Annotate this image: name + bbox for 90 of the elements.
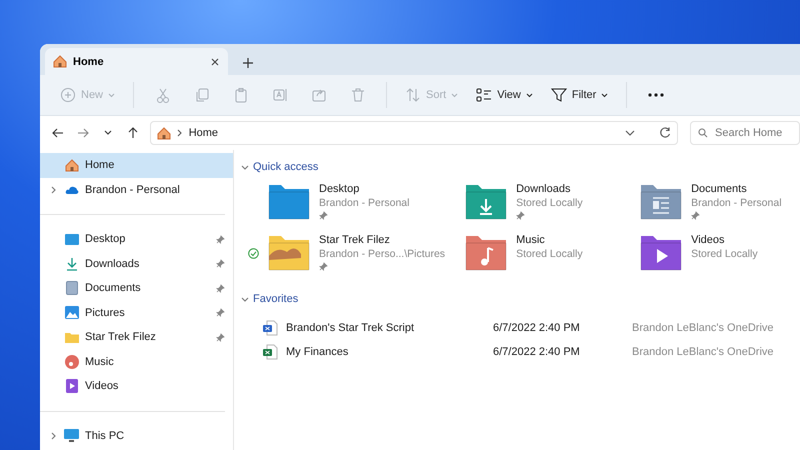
more-icon: [648, 93, 664, 97]
folder-location: Stored Locally: [516, 196, 583, 210]
refresh-icon: [659, 127, 672, 139]
address-bar[interactable]: Home: [150, 121, 678, 145]
sidebar-item[interactable]: Brandon - Personal: [40, 178, 233, 202]
picture-icon: [64, 306, 78, 320]
copy-icon: [194, 87, 210, 103]
sort-icon: [405, 87, 422, 103]
back-arrow-icon: [52, 128, 64, 138]
pin-icon: [216, 284, 225, 293]
section-header[interactable]: Quick access: [240, 158, 318, 176]
cloud-icon: [64, 184, 78, 195]
plus-circle-icon: [60, 87, 76, 103]
spreadsheet-icon: [262, 344, 278, 360]
section-header[interactable]: Favorites: [240, 290, 298, 308]
folder-icon: [64, 332, 78, 343]
folder-name: Music: [516, 234, 546, 247]
scissors-icon: [154, 87, 171, 103]
file-date: 6/7/2022 2:40 PM: [493, 322, 581, 334]
caret-icon: [526, 92, 533, 98]
breadcrumb[interactable]: Home: [188, 127, 218, 139]
home-icon: [53, 55, 67, 68]
folder-tile[interactable]: Music Stored Locally: [445, 234, 620, 272]
folder-name: Downloads: [516, 183, 572, 196]
sidebar-item[interactable]: Home: [40, 153, 233, 178]
close-icon: [210, 56, 220, 66]
sidebar-item[interactable]: Videos: [40, 374, 233, 398]
rename-icon: [272, 87, 288, 103]
folder-location: Stored Locally: [516, 247, 583, 261]
pin-icon: [216, 332, 225, 342]
pin-icon: [216, 234, 225, 244]
folder-tile[interactable]: Star Trek Filez Brandon - Perso...\Pictures: [248, 234, 446, 272]
file-row[interactable]: Brandon's Star Trek Script 6/7/2022 2:40 PM Brandon LeBlanc's OneDrive: [262, 316, 800, 340]
desktop-icon: [64, 234, 78, 245]
plus-icon: [242, 57, 254, 69]
folder-name: Desktop: [319, 183, 360, 196]
new-tab-button[interactable]: [242, 57, 254, 69]
toolbar-button[interactable]: Filter: [542, 80, 616, 110]
caret-icon: [601, 92, 608, 98]
pin-icon: [691, 211, 700, 220]
sidebar-item[interactable]: Music: [40, 350, 233, 374]
trash-icon: [350, 87, 366, 103]
up-arrow-icon: [128, 127, 138, 139]
toolbar-button[interactable]: View: [468, 80, 541, 110]
home-icon: [64, 158, 78, 172]
folder-tile[interactable]: Downloads Stored Locally: [445, 183, 620, 221]
pin-icon: [216, 259, 225, 268]
search-icon: [698, 128, 708, 138]
download-icon: [64, 256, 78, 271]
sidebar-item[interactable]: Documents: [40, 276, 233, 300]
folder-location: Brandon - Perso...\Pictures: [319, 247, 446, 261]
sidebar-item[interactable]: This PC: [40, 424, 233, 448]
filter-icon: [550, 87, 567, 103]
pin-icon: [319, 211, 328, 220]
file-location: Brandon LeBlanc's OneDrive: [632, 322, 774, 334]
tab[interactable]: Home: [45, 48, 228, 75]
chevron-right-icon: [176, 129, 183, 137]
share-icon: [310, 87, 327, 103]
sidebar-item[interactable]: Desktop: [40, 227, 233, 252]
search-field[interactable]: Search Home: [690, 121, 800, 145]
pin-icon: [516, 211, 526, 220]
folder-tile[interactable]: Videos Stored Locally: [620, 234, 796, 272]
clipboard-icon: [232, 87, 249, 103]
folder-location: Brandon - Personal: [319, 196, 410, 210]
pin-icon: [216, 308, 225, 318]
dropdown-chevron-icon: [625, 128, 636, 138]
caret-icon: [108, 92, 116, 98]
folder-name: Videos: [691, 234, 726, 247]
file-name: Brandon's Star Trek Script: [285, 322, 416, 334]
folder-location: Stored Locally: [691, 247, 758, 261]
folder-name: Star Trek Filez: [319, 234, 391, 247]
folder-location: Brandon - Personal: [691, 196, 782, 210]
monitor-icon: [64, 429, 79, 442]
sidebar-item[interactable]: Downloads: [40, 252, 233, 276]
file-date: 6/7/2022 2:40 PM: [493, 346, 581, 358]
folder-name: Documents: [691, 183, 748, 196]
home-icon: [156, 126, 171, 140]
synced-check-icon: [248, 248, 259, 259]
video-icon: [66, 379, 78, 394]
file-name: My Finances: [285, 346, 350, 358]
sidebar-item[interactable]: Star Trek Filez: [40, 325, 233, 350]
file-location: Brandon LeBlanc's OneDrive: [632, 346, 774, 358]
caret-icon: [451, 92, 458, 98]
folder-tile[interactable]: Documents Brandon - Personal: [620, 183, 796, 221]
view-icon: [476, 87, 492, 103]
forward-arrow-icon: [77, 128, 90, 138]
pin-icon: [319, 262, 328, 271]
file-row[interactable]: My Finances 6/7/2022 2:40 PM Brandon LeBlanc's OneDrive: [262, 340, 800, 364]
sidebar-item[interactable]: Pictures: [40, 300, 233, 325]
folder-tile[interactable]: Desktop Brandon - Personal: [248, 183, 446, 221]
